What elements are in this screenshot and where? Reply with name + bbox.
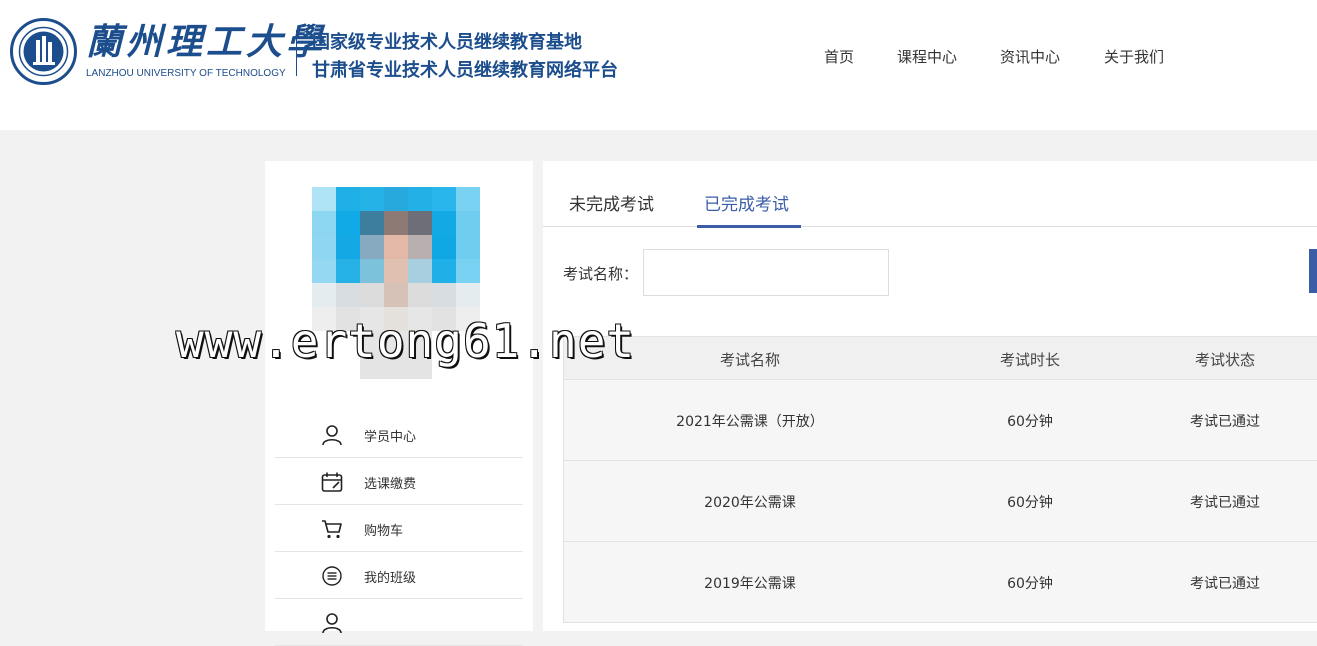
calendar-icon (321, 472, 343, 492)
exam-table: 考试名称 考试时长 考试状态 2021年公需课（开放） 60分钟 考试已通过 2… (563, 336, 1317, 623)
platform-subtitle-1: 国家级专业技术人员继续教育基地 (312, 32, 582, 53)
sidebar-item-profile[interactable] (275, 599, 523, 646)
exam-name-cell: 2020年公需课 (704, 495, 796, 511)
university-seal-icon[interactable] (9, 18, 78, 85)
nav-courses[interactable]: 课程中心 (897, 46, 957, 67)
logo-chinese-name[interactable]: 蘭州理工大學 (86, 20, 326, 64)
user-sidebar: 学员中心 选课缴费 购物车 我的班级 (265, 161, 533, 646)
sidebar-menu: 学员中心 选课缴费 购物车 我的班级 (275, 411, 523, 646)
sidebar-item-label: 购物车 (364, 524, 404, 539)
search-label: 考试名称： (563, 265, 639, 283)
nav-home[interactable]: 首页 (824, 46, 854, 67)
table-row[interactable]: 2021年公需课（开放） 60分钟 考试已通过 (564, 380, 1317, 461)
watermark-text: www.ertong61.net (176, 314, 636, 368)
user-icon (322, 425, 342, 446)
user-icon (322, 613, 342, 634)
tab-unfinished-exams[interactable]: 未完成考试 (569, 190, 654, 215)
column-header-status: 考试状态 (1194, 351, 1256, 369)
exam-name-search-input[interactable] (643, 249, 889, 296)
table-row[interactable]: 2019年公需课 60分钟 考试已通过 (564, 542, 1317, 623)
table-header: 考试名称 考试时长 考试状态 (564, 336, 1317, 380)
sidebar-item-course-payment[interactable]: 选课缴费 (275, 458, 523, 505)
tab-finished-exams[interactable]: 已完成考试 (704, 190, 789, 215)
sidebar-item-label: 学员中心 (364, 430, 417, 445)
platform-subtitle-2: 甘肃省专业技术人员继续教育网络平台 (312, 60, 618, 81)
sidebar-item-my-class[interactable]: 我的班级 (275, 552, 523, 599)
status-cell: 考试已通过 (1190, 495, 1260, 511)
duration-cell: 60分钟 (1007, 576, 1053, 592)
active-tab-indicator (697, 225, 801, 228)
exam-panel: 未完成考试 已完成考试 考试名称： 考试名称 考试时长 考试状态 2021年公需… (543, 161, 1317, 631)
cart-icon (322, 520, 342, 539)
sidebar-item-student-center[interactable]: 学员中心 (275, 411, 523, 458)
duration-cell: 60分钟 (1007, 495, 1053, 511)
list-icon (322, 566, 342, 586)
status-cell: 考试已通过 (1190, 414, 1260, 430)
logo-divider (296, 30, 297, 76)
exam-tabs: 未完成考试 已完成考试 (543, 161, 1317, 228)
sidebar-item-label: 我的班级 (364, 571, 417, 586)
logo-english-name: LANZHOU UNIVERSITY OF TECHNOLOGY (86, 68, 286, 79)
exam-name-cell: 2019年公需课 (704, 576, 796, 592)
exam-name-cell: 2021年公需课（开放） (676, 414, 824, 430)
column-header-exam-name: 考试名称 (719, 351, 781, 369)
sidebar-item-label: 选课缴费 (364, 477, 417, 492)
site-header: 蘭州理工大學 LANZHOU UNIVERSITY OF TECHNOLOGY … (0, 0, 1317, 130)
sidebar-item-cart[interactable]: 购物车 (275, 505, 523, 552)
column-header-duration: 考试时长 (999, 351, 1061, 369)
table-row[interactable]: 2020年公需课 60分钟 考试已通过 (564, 461, 1317, 542)
nav-about[interactable]: 关于我们 (1104, 46, 1164, 67)
search-button[interactable] (1309, 249, 1317, 293)
nav-news[interactable]: 资讯中心 (1000, 46, 1060, 67)
duration-cell: 60分钟 (1007, 414, 1053, 430)
status-cell: 考试已通过 (1190, 576, 1260, 592)
